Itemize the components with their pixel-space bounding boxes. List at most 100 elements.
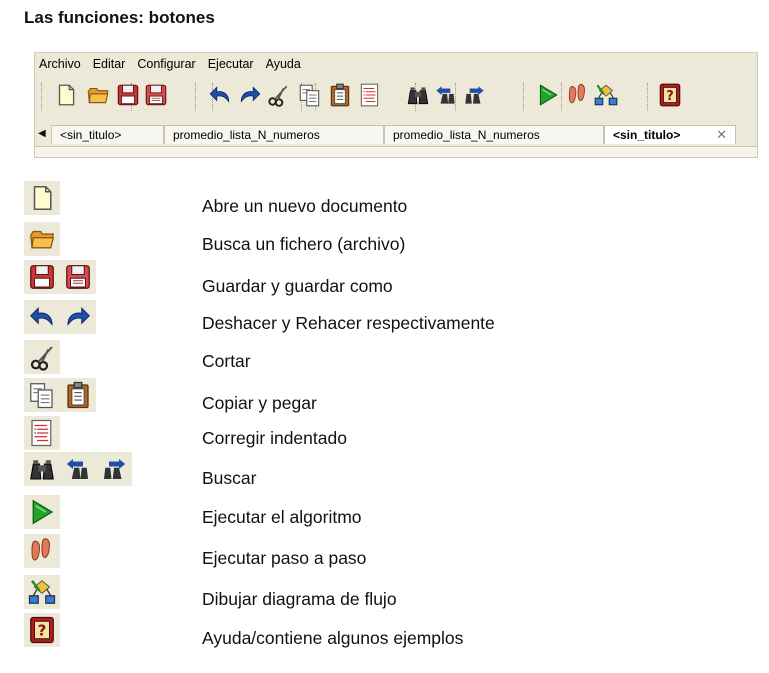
flowchart-icon [593,82,619,108]
help-book-icon: ? [27,615,57,645]
tab-promedio-2[interactable]: promedio_lista_N_numeros [384,125,604,144]
function-description: Dibujar diagrama de flujo [202,589,397,609]
toolbar-button-indent[interactable] [357,82,383,112]
binoculars-icon [405,82,431,108]
tab-sin-titulo-active[interactable]: <sin_titulo> ✕ [604,125,736,144]
tab-label: <sin_titulo> [613,128,681,142]
tab-promedio-1[interactable]: promedio_lista_N_numeros [164,125,384,144]
menu-configurar[interactable]: Configurar [137,57,195,71]
toolbar-button-flowchart[interactable] [593,82,619,112]
new-document-icon [53,82,79,108]
undo-icon [27,302,57,332]
editor-top-edge [35,146,757,157]
page-title: Las funciones: botones [24,8,215,27]
function-icons [24,495,60,529]
undo-icon [207,82,233,108]
function-description: Guardar y guardar como [202,276,393,296]
function-description: Cortar [202,351,251,371]
toolbar-button-find-next[interactable] [461,82,487,112]
toolbar-button-redo[interactable] [237,82,263,112]
footsteps-icon [565,82,591,108]
menu-ejecutar[interactable]: Ejecutar [208,57,254,71]
paste-icon [63,380,93,410]
function-icons [24,575,60,609]
function-icons: ? [24,613,60,647]
save-as-icon [63,262,93,292]
function-description: Busca un fichero (archivo) [202,234,406,254]
function-icons [24,181,60,215]
menu-archivo[interactable]: Archivo [39,57,81,71]
play-icon [535,82,561,108]
function-icons [24,222,60,256]
new-document-icon [27,183,57,213]
function-description: Buscar [202,468,257,488]
find-previous-icon [433,82,459,108]
toolbar-button-open-folder[interactable] [85,82,111,112]
toolbar-button-save[interactable] [115,82,141,112]
function-description: Ayuda/contiene algunos ejemplos [202,628,464,648]
toolbar-separator [647,83,650,111]
tab-scroll-left-icon[interactable]: ◀ [38,128,46,139]
help-book-icon: ? [657,82,683,108]
toolbar-button-paste[interactable] [327,82,353,112]
save-icon [115,82,141,108]
menu-bar: Archivo Editar Configurar Ejecutar Ayuda [35,53,313,75]
function-icons [24,378,96,412]
function-icons [24,416,60,450]
footsteps-icon [27,536,57,566]
function-description: Ejecutar el algoritmo [202,507,362,527]
toolbar-button-undo[interactable] [207,82,233,112]
find-previous-icon [63,454,93,484]
function-icons [24,300,96,334]
redo-icon [63,302,93,332]
toolbar-button-find-previous[interactable] [433,82,459,112]
toolbar-button-copy[interactable] [297,82,323,112]
toolbar-button-help-book[interactable]: ? [657,82,683,112]
save-as-icon [143,82,169,108]
toolbar-button-footsteps[interactable] [565,82,591,112]
toolbar-separator [41,83,44,111]
toolbar-button-new-document[interactable] [53,82,79,112]
toolbar-button-scissors[interactable] [265,82,291,112]
copy-icon [27,380,57,410]
open-folder-icon [85,82,111,108]
function-description: Deshacer y Rehacer respectivamente [202,313,495,333]
toolbar-separator [561,83,564,111]
svg-text:?: ? [666,89,674,104]
flowchart-icon [27,577,57,607]
tab-sin-titulo-1[interactable]: <sin_titulo> [51,125,164,144]
open-folder-icon [27,224,57,254]
menu-editar[interactable]: Editar [93,57,126,71]
function-icons [24,534,60,568]
toolbar-separator [523,83,526,111]
tab-label: promedio_lista_N_numeros [393,128,540,142]
play-icon [27,497,57,527]
function-description: Corregir indentado [202,428,347,448]
paste-icon [327,82,353,108]
svg-text:?: ? [38,622,47,640]
toolbar: ? [35,77,757,119]
save-icon [27,262,57,292]
binoculars-icon [27,454,57,484]
find-next-icon [461,82,487,108]
redo-icon [237,82,263,108]
function-icons [24,452,132,486]
toolbar-separator [195,83,198,111]
function-description: Copiar y pegar [202,393,317,413]
function-description: Ejecutar paso a paso [202,548,367,568]
tab-label: promedio_lista_N_numeros [173,128,320,142]
tab-bar: ◀ <sin_titulo> promedio_lista_N_numeros … [35,123,757,145]
scissors-icon [27,342,57,372]
scissors-icon [265,82,291,108]
function-icons [24,340,60,374]
find-next-icon [99,454,129,484]
menu-ayuda[interactable]: Ayuda [266,57,301,71]
toolbar-button-play[interactable] [535,82,561,112]
indent-icon [27,418,57,448]
app-window-screenshot: Archivo Editar Configurar Ejecutar Ayuda… [34,52,758,158]
function-icons [24,260,96,294]
toolbar-button-binoculars[interactable] [405,82,431,112]
toolbar-button-save-as[interactable] [143,82,169,112]
copy-icon [297,82,323,108]
close-tab-icon[interactable]: ✕ [716,126,727,144]
